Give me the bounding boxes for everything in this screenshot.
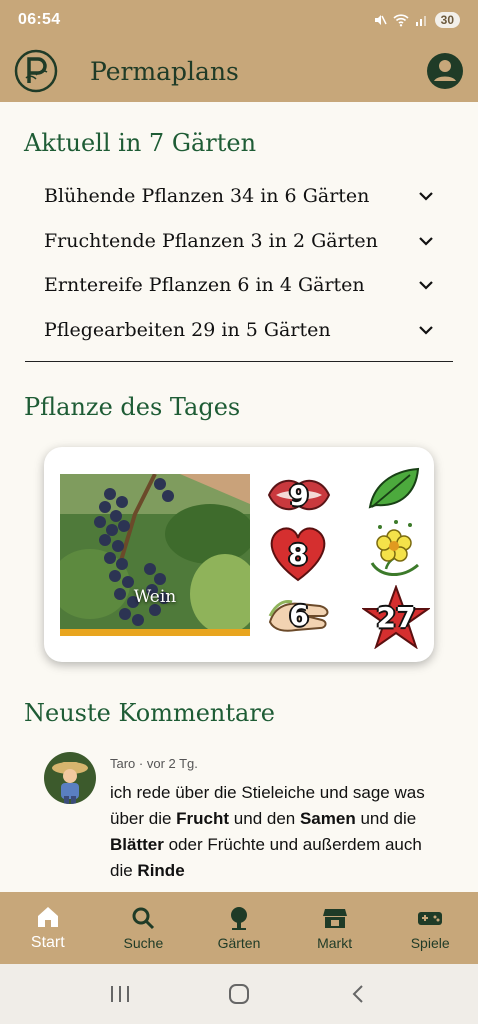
comment-keyword-samen: Samen (299, 809, 356, 828)
home-button[interactable] (224, 979, 254, 1009)
back-button[interactable] (343, 979, 373, 1009)
hands-value: 6 (289, 598, 309, 632)
aktuell-heading: Aktuell in 7 Gärten (24, 129, 257, 157)
comment-keyword-frucht: Frucht (176, 809, 230, 828)
comment-meta: Taro · vor 2 Tg. (110, 756, 198, 771)
status-bar: 06:54 30 (0, 0, 478, 40)
comment-text-part: und die (355, 809, 417, 828)
plant-image[interactable]: Wein (60, 474, 250, 636)
accordion-fruchtende-pflanzen[interactable]: Fruchtende Pflanzen 3 in 2 Gärten (44, 221, 434, 261)
account-icon[interactable] (426, 52, 464, 90)
main-content[interactable]: Aktuell in 7 Gärten Blühende Pflanzen 34… (0, 102, 478, 892)
signal-icon (415, 16, 426, 26)
avatar-image (44, 752, 96, 804)
back-icon (352, 985, 364, 1003)
accordion-label: Erntereife Pflanzen 6 in 4 Gärten (44, 274, 365, 296)
taste-badge[interactable]: 9 (266, 472, 332, 518)
nav-label: Spiele (410, 935, 450, 951)
mute-icon (374, 15, 387, 25)
gamepad-icon (418, 912, 443, 925)
app-bar: Permaplans (0, 40, 478, 102)
status-time: 06:54 (18, 11, 61, 28)
recent-apps-button[interactable] (105, 979, 135, 1009)
store-icon (322, 909, 347, 928)
nav-label: Start (30, 934, 65, 951)
permaplans-logo[interactable] (14, 49, 58, 93)
nav-markt[interactable]: Markt (287, 892, 383, 964)
accordion-label: Blühende Pflanzen 34 in 6 Gärten (44, 185, 370, 207)
plant-of-day-card[interactable]: Wein 9 8 6 27 (44, 447, 434, 662)
avatar[interactable] (44, 752, 96, 804)
neuste-kommentare-heading: Neuste Kommentare (24, 699, 275, 727)
comment-text-part: und den (229, 809, 300, 828)
flower-icon (370, 520, 419, 576)
hands-badge[interactable]: 6 (266, 592, 332, 638)
nav-label: Markt (317, 935, 353, 951)
plant-name: Wein (133, 587, 177, 607)
leaf-icon (368, 467, 420, 509)
taste-value: 9 (289, 478, 309, 512)
search-icon (132, 907, 155, 930)
pflanze-des-tages-heading: Pflanze des Tages (24, 393, 241, 421)
comment-text: ich rede über die Stieleiche und sage wa… (110, 780, 440, 884)
accordion-label: Pflegearbeiten 29 in 5 Gärten (44, 319, 331, 341)
nav-gaerten[interactable]: Gärten (191, 892, 287, 964)
nav-label: Gärten (217, 935, 261, 951)
heart-value: 8 (288, 537, 308, 571)
home-icon (37, 907, 58, 927)
leaf-badge[interactable] (366, 465, 422, 511)
flower-badge[interactable] (366, 519, 424, 581)
comment-keyword-blaetter: Blätter (110, 835, 164, 854)
star-badge[interactable]: 27 (360, 584, 432, 650)
section-divider (25, 361, 453, 362)
nav-label: Suche (123, 935, 164, 951)
chevron-down-icon (419, 192, 433, 201)
status-icons: 30 (373, 12, 460, 28)
chevron-down-icon (419, 281, 433, 290)
accordion-erntereife-pflanzen[interactable]: Erntereife Pflanzen 6 in 4 Gärten (44, 265, 434, 305)
accordion-bluehende-pflanzen[interactable]: Blühende Pflanzen 34 in 6 Gärten (44, 176, 434, 216)
app-title: Permaplans (90, 56, 239, 86)
star-value: 27 (376, 600, 416, 634)
heart-badge[interactable]: 8 (264, 524, 332, 584)
chevron-down-icon (419, 326, 433, 335)
nav-spiele[interactable]: Spiele (382, 892, 478, 964)
recent-apps-icon (110, 986, 129, 1002)
nav-suche[interactable]: Suche (96, 892, 192, 964)
chevron-down-icon (419, 237, 433, 246)
battery-indicator: 30 (434, 12, 460, 28)
accordion-pflegearbeiten[interactable]: Pflegearbeiten 29 in 5 Gärten (44, 310, 434, 350)
grape-photo (60, 474, 250, 636)
wifi-icon (393, 14, 409, 27)
accordion-label: Fruchtende Pflanzen 3 in 2 Gärten (44, 230, 378, 252)
system-navigation (0, 964, 478, 1024)
nav-start[interactable]: Start (0, 892, 96, 964)
home-circle-icon (228, 984, 249, 1004)
bottom-navigation: Start Suche Gärten Markt Spiele (0, 892, 478, 964)
comment-keyword-rinde: Rinde (137, 861, 185, 880)
tree-icon (230, 907, 247, 930)
